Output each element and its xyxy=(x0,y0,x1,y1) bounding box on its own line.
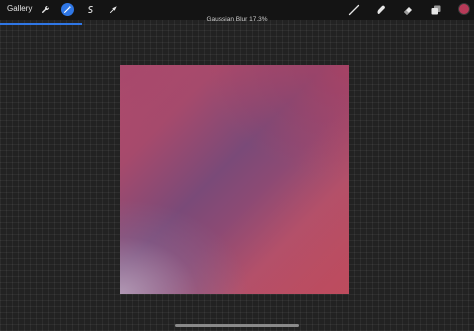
adjustments-button[interactable] xyxy=(61,3,74,16)
home-indicator xyxy=(175,324,299,327)
transform-arrow-icon xyxy=(109,6,117,14)
selection-button[interactable] xyxy=(84,3,97,16)
transform-button[interactable] xyxy=(107,3,120,16)
adjustment-slider[interactable] xyxy=(0,23,474,25)
wrench-icon xyxy=(41,6,49,14)
procreate-app: Gallery Gaussian Blur 17.3% xyxy=(0,0,474,331)
gallery-button[interactable]: Gallery xyxy=(7,4,32,14)
brush-button[interactable] xyxy=(347,3,360,16)
smudge-button[interactable] xyxy=(374,3,387,16)
selection-icon xyxy=(88,6,93,13)
eraser-icon xyxy=(403,6,412,15)
artwork-canvas[interactable] xyxy=(120,65,349,294)
adjustment-slider-fill xyxy=(0,23,82,25)
layers-button[interactable] xyxy=(429,3,442,16)
magic-wand-icon xyxy=(64,5,72,13)
layers-icon xyxy=(431,5,440,14)
eraser-button[interactable] xyxy=(401,3,414,16)
brush-icon xyxy=(348,4,359,15)
smudge-icon xyxy=(376,5,385,14)
color-picker-swatch[interactable] xyxy=(458,3,470,15)
actions-button[interactable] xyxy=(39,3,52,16)
